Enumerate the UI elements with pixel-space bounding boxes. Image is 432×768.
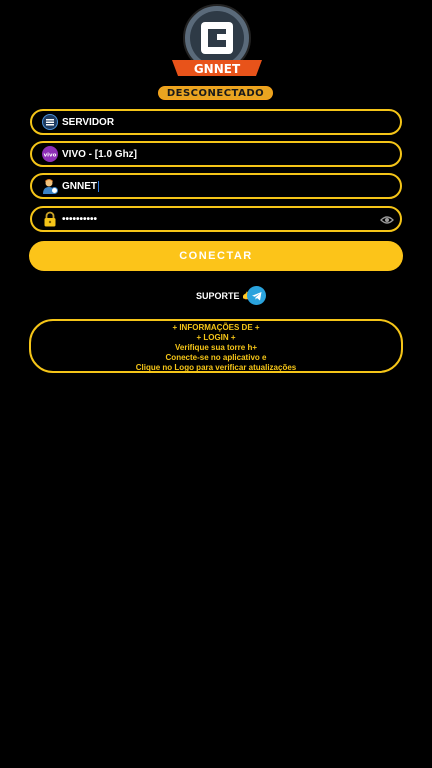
server-select[interactable]: SERVIDOR <box>30 109 402 135</box>
server-icon <box>42 114 58 130</box>
app-logo[interactable]: GNNET <box>170 4 264 84</box>
eye-icon[interactable] <box>380 213 394 227</box>
info-box: + INFORMAÇÕES DE + + LOGIN + Verifique s… <box>29 319 403 373</box>
connect-label: CONECTAR <box>179 250 253 262</box>
info-line: Verifique sua torre h+ <box>174 343 258 352</box>
svg-text:vivo: vivo <box>44 153 57 159</box>
info-line: Conecte-se no aplicativo e <box>165 353 267 362</box>
connect-button[interactable]: CONECTAR <box>29 241 403 271</box>
status-text: DESCONECTADO <box>166 87 265 99</box>
lock-icon <box>42 211 58 227</box>
vivo-logo-icon: vivo <box>42 146 58 162</box>
username-value: GNNET <box>62 180 97 192</box>
telegram-icon[interactable] <box>247 286 266 305</box>
password-value: •••••••••• <box>62 213 98 225</box>
network-label: VIVO - [1.0 Ghz] <box>62 148 138 160</box>
info-line: Clique no Logo para verificar atualizaçõ… <box>135 363 297 372</box>
username-input[interactable]: GNNET <box>30 173 402 199</box>
network-select[interactable]: vivo VIVO - [1.0 Ghz] <box>30 141 402 167</box>
status-badge: DESCONECTADO <box>158 86 273 100</box>
info-line: + INFORMAÇÕES DE + <box>172 323 260 332</box>
info-line: + LOGIN + <box>196 333 236 342</box>
logo-text: GNNET <box>194 62 241 76</box>
password-input[interactable]: •••••••••• <box>30 206 402 232</box>
server-label: SERVIDOR <box>62 116 115 128</box>
text-caret <box>98 180 99 192</box>
user-icon <box>42 178 58 194</box>
support-label: SUPORTE 👉 <box>196 290 254 301</box>
support-link[interactable]: SUPORTE 👉 <box>196 287 253 305</box>
